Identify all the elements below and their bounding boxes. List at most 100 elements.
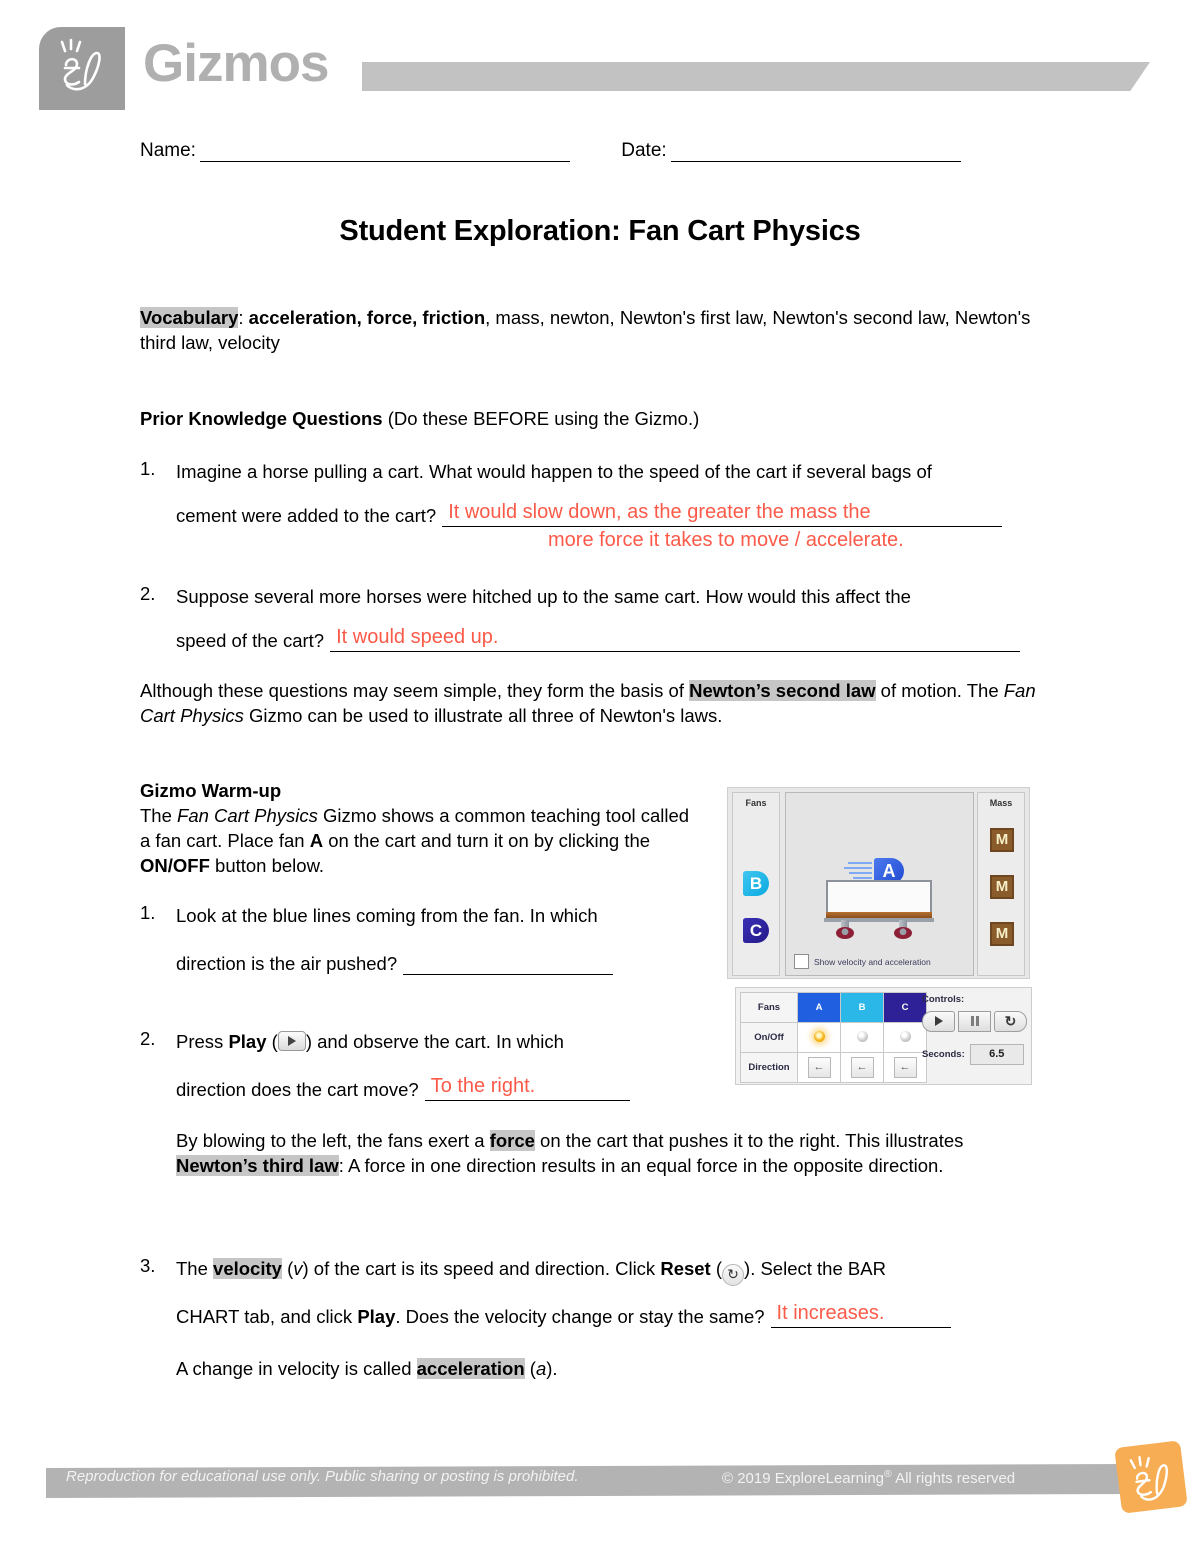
prior-question-1: 1. Imagine a horse pulling a cart. What … [140,458,1060,551]
column-header-c[interactable]: C [883,992,927,1023]
warmup-heading: Gizmo Warm-up [140,780,282,801]
seconds-row: Seconds: 6.5 [922,1044,1030,1065]
basis-highlight: Newton’s second law [689,680,876,701]
blowing-paragraph: By blowing to the left, the fans exert a… [176,1128,1006,1178]
mass-block[interactable]: M [990,875,1014,899]
checkbox-icon[interactable] [794,954,809,969]
reset-button[interactable]: ↻ [994,1011,1027,1032]
question-text-line2: direction does the cart move? [176,1079,419,1100]
blowing-part1: By blowing to the left, the fans exert a [176,1130,490,1151]
onoff-toggle-b[interactable] [840,1022,884,1053]
fan-cart[interactable]: A [808,838,958,939]
pause-button[interactable] [958,1011,991,1032]
warmup-bold-a: A [309,830,324,851]
name-input-line[interactable] [199,144,570,162]
question-body: Suppose several more horses were hitched… [176,583,1060,610]
warmup-text: The Fan Cart Physics Gizmo shows a commo… [140,803,700,878]
mass-block[interactable]: M [990,828,1014,852]
page-title: Student Exploration: Fan Cart Physics [339,215,861,247]
simulation-stage[interactable]: A Show velocity and acceleration [785,792,974,976]
direction-button-b[interactable]: ← [840,1052,884,1083]
accel-part2: ( [524,1358,536,1379]
playback-controls: Controls: ↻ Seconds: 6.5 [922,994,1030,1065]
onoff-toggle-c[interactable] [883,1022,927,1053]
fan-b-chip[interactable]: B [743,871,769,896]
warmup-bold-onoff: ON/OFF [140,855,210,876]
play-button[interactable] [922,1011,955,1032]
row-label-direction: Direction [740,1052,798,1083]
row-label-onoff: On/Off [740,1022,798,1053]
basis-part1: Although these questions may seem simple… [140,680,690,701]
fan-control-table: Fans A B C On/Off Direction ← ← ← [740,992,927,1083]
registered-icon: ® [884,1468,892,1480]
direction-button-a[interactable]: ← [797,1052,841,1083]
show-velocity-acceleration-checkbox[interactable]: Show velocity and acceleration [794,954,931,969]
accel-part1: A change in velocity is called [176,1358,417,1379]
column-header-a[interactable]: A [797,992,841,1023]
vocabulary-terms-bold: acceleration, force, friction [248,307,486,328]
q3-part2: ( [281,1258,294,1279]
warmup-part3: on the cart and turn it on by clicking t… [323,830,651,851]
question-number: 2. [140,583,156,604]
q3-hl-velocity: velocity [213,1258,282,1279]
question-text-line1: Suppose several more horses were hitched… [176,586,911,607]
answer-line-2[interactable]: It would speed up. [330,626,1021,652]
accel-italic-a: a [535,1358,547,1379]
blowing-part3: : A force in one direction results in an… [338,1155,944,1176]
warmup-part4: button below. [209,855,325,876]
q3-part3: ) of the cart is its speed and direction… [302,1258,661,1279]
mass-panel-label: Mass [989,798,1013,808]
date-label: Date: [621,140,667,161]
q3-line2-bold-play: Play [357,1306,396,1327]
gizmo-screenshot: Fans B C A Show velocity and acceleratio… [727,787,1032,1085]
page-header: Gizmos [0,0,1200,120]
seconds-value[interactable]: 6.5 [969,1044,1024,1065]
answer-line-5[interactable]: It increases. [770,1302,951,1328]
answer-text-1-line2: more force it takes to move / accelerate… [548,529,904,551]
fan-c-chip[interactable]: C [743,918,769,943]
vocabulary-block: Vocabulary: acceleration, force, frictio… [140,305,1040,355]
accel-part3: ). [546,1358,558,1379]
footer-copyright: © 2019 ExploreLearning® All rights reser… [722,1468,1015,1487]
name-date-row: Name: Date: [140,140,1060,162]
row-label-fans: Fans [740,992,798,1023]
seconds-label: Seconds: [922,1049,965,1060]
question-number: 1. [140,902,156,923]
acceleration-note: A change in velocity is called accelerat… [176,1358,558,1380]
blowing-part2: on the cart that pushes it to the right.… [534,1130,964,1151]
mass-block[interactable]: M [990,922,1014,946]
question-text-line1: Look at the blue lines coming from the f… [176,905,598,926]
accel-highlight: acceleration [416,1358,525,1379]
question-answer-row: direction does the cart move? To the righ… [176,1075,736,1101]
question-text-line1: Imagine a horse pulling a cart. What wou… [176,461,932,482]
playback-button-group: ↻ [922,1011,1030,1032]
question-body: The velocity (v) of the cart is its spee… [176,1255,1060,1286]
question-body: Look at the blue lines coming from the f… [176,902,700,929]
reset-icon[interactable]: ↻ [722,1264,745,1286]
prior-knowledge-heading: Prior Knowledge Questions (Do these BEFO… [140,408,699,430]
basis-part3: Gizmo can be used to illustrate all thre… [243,705,723,726]
q3-part5: ). Select the BAR [744,1258,886,1279]
arrow-left-icon: ← [850,1057,874,1078]
direction-button-c[interactable]: ← [883,1052,927,1083]
simulation-area: Fans B C A Show velocity and acceleratio… [727,787,1030,979]
gizmos-logo-box [39,27,125,110]
basis-part2: of motion. The [875,680,1004,701]
mass-palette-panel: Mass M M M [977,792,1025,976]
footer-el-logo [1114,1440,1188,1514]
play-icon[interactable] [277,1031,306,1051]
checkbox-label: Show velocity and acceleration [814,956,931,967]
name-label: Name: [140,140,196,161]
answer-line-3[interactable] [403,952,614,975]
date-input-line[interactable] [670,144,961,162]
brand-title: Gizmos [143,34,329,93]
answer-line-4[interactable]: To the right. [424,1075,630,1101]
prior-knowledge-heading-rest: (Do these BEFORE using the Gizmo.) [382,408,700,429]
answer-line-1[interactable]: It would slow down, as the greater the m… [442,501,1003,527]
copyright-post: All rights reserved [891,1470,1016,1487]
table-row: Direction ← ← ← [740,1052,927,1083]
q3-line2a: CHART tab, and click [176,1306,358,1327]
column-header-b[interactable]: B [840,992,884,1023]
blowing-hl-force: force [489,1130,535,1151]
onoff-toggle-a[interactable] [797,1022,841,1053]
